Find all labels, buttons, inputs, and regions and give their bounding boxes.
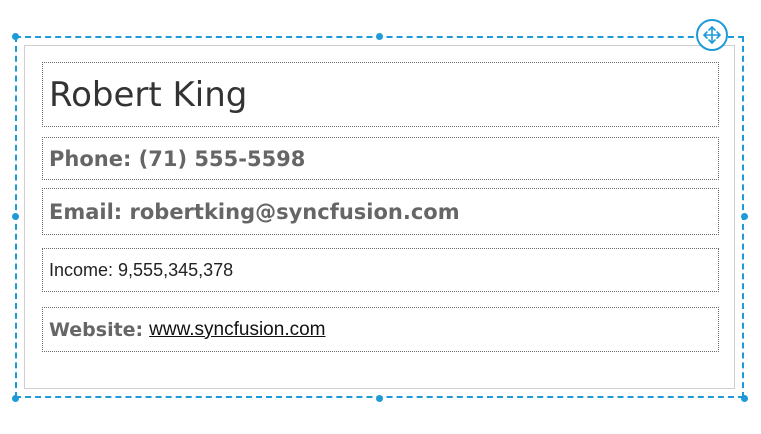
resize-handle-bottom-middle[interactable]	[376, 395, 383, 402]
selection-frame	[15, 36, 744, 398]
move-handle[interactable]	[696, 19, 728, 51]
design-canvas: Robert King Phone: (71) 555-5598 Email: …	[0, 0, 761, 434]
resize-handle-bottom-right[interactable]	[741, 395, 748, 402]
resize-handle-top-left[interactable]	[12, 33, 19, 40]
resize-handle-middle-left[interactable]	[12, 213, 19, 220]
resize-handle-middle-right[interactable]	[741, 213, 748, 220]
move-arrows-icon	[703, 26, 721, 44]
resize-handle-bottom-left[interactable]	[12, 395, 19, 402]
resize-handle-top-middle[interactable]	[376, 33, 383, 40]
